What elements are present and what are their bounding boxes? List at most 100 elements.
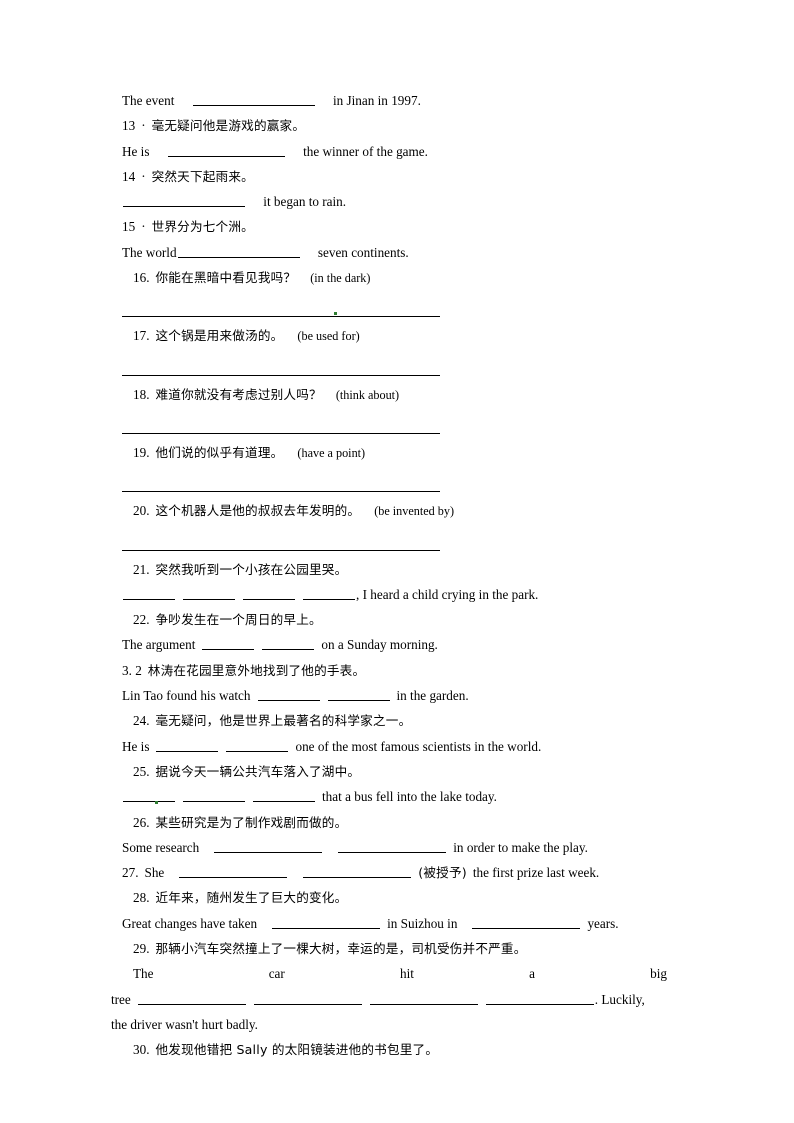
question-26-answer: Some research in order to make the play. [122,835,682,860]
question-29-answer-line-1: The car hit a big [122,961,667,986]
answer-blank[interactable] [123,194,245,208]
question-20-answer-rule[interactable] [122,525,682,557]
question-22-answer: The argument on a Sunday morning. [122,632,682,657]
phrase-hint: (think about) [335,387,400,402]
answer-blank[interactable] [472,916,581,929]
answer-blank[interactable] [183,587,235,600]
answer-blank[interactable] [327,688,390,702]
question-29-answer-line-3: the driver wasn't hurt badly. [111,1012,682,1037]
text-make-the-play: in order to make the play. [453,839,588,855]
text-the-event: The event [122,93,175,108]
chinese-hint: (被授予) [418,865,467,881]
question-17-answer-rule[interactable] [122,350,682,382]
text-she: She [144,865,165,881]
answer-blank[interactable] [226,739,289,752]
answer-blank[interactable] [202,637,255,651]
question-23-answer: Lin Tao found his watch in the garden. [122,683,682,708]
answer-blank[interactable] [192,93,315,106]
text-sunday-morning: on a Sunday morning. [321,637,438,653]
question-30-prompt: 30. 他发现他错把 Sally 的太阳镜装进他的书包里了。 [122,1037,682,1062]
answer-blank[interactable] [253,789,315,803]
question-18-answer-rule[interactable] [122,408,682,440]
text-in-jinan: in Jinan in 1997. [332,93,421,108]
chinese-sentence: 毫无疑问他是游戏的赢家。 [151,118,306,134]
question-27-answer: 27. She (被授予) the first prize last week. [122,860,682,885]
text-winner-tail: the winner of the game. [303,143,428,159]
text-luckily: . Luckily, [594,991,645,1007]
question-number: 30. [133,1042,150,1058]
answer-blank[interactable] [123,587,175,600]
question-21-prompt: 21. 突然我听到一个小孩在公园里哭。 [122,557,682,582]
text-some-research: Some research [122,839,200,855]
question-29-prompt: 29. 那辆小汽车突然撞上了一棵大树，幸运的是，司机受伤并不严重。 [122,936,682,961]
text-hit: hit [399,966,414,982]
chinese-sentence: 近年来，随州发生了巨大的变化。 [155,890,348,906]
chinese-sentence: 那辆小汽车突然撞上了一棵大树，幸运的是，司机受伤并不严重。 [155,941,527,957]
question-number: 20. [133,503,150,519]
number-separator: · [141,219,146,235]
answer-blank[interactable] [262,637,315,651]
worksheet-page: The event in Jinan in 1997. 13 · 毫无疑问他是游戏的… [0,0,794,1123]
question-18-prompt: 18. 难道你就没有考虑过别人吗？ (think about) [122,382,682,408]
question-24-answer: He is one of the most famous scientists i… [122,734,682,759]
text-heard-child: , I heard a child crying in the park. [356,586,539,602]
question-19-answer-rule[interactable] [122,466,682,498]
answer-blank[interactable] [183,789,245,803]
scan-artifact [155,800,158,804]
text-seven-continents: seven continents. [317,244,409,260]
answer-blank[interactable] [123,789,175,803]
line-event-continuation: The event in Jinan in 1997. [122,88,682,113]
question-number: 24. [133,713,150,729]
answer-blank[interactable] [338,840,447,853]
chinese-sentence: 突然我听到一个小孩在公园里哭。 [155,561,348,577]
phrase-hint: (be used for) [297,329,360,344]
chinese-sentence: 这个机器人是他的叔叔去年发明的。 [155,503,361,519]
text-in-the-garden: in the garden. [396,688,469,704]
question-number: 21. [133,561,150,577]
question-13-prompt: 13 · 毫无疑问他是游戏的赢家。 [122,113,682,138]
answer-blank[interactable] [243,587,295,600]
answer-blank[interactable] [137,991,246,1005]
question-number: 16. [133,270,150,286]
answer-blank[interactable] [156,739,219,752]
question-16-answer-rule[interactable] [122,291,682,323]
chinese-sentence: 某些研究是为了制作戏剧而做的。 [155,814,348,830]
answer-blank[interactable] [253,991,362,1005]
chinese-sentence: 难道你就没有考虑过别人吗？ [155,386,322,402]
answer-blank[interactable] [214,840,323,853]
answer-blank[interactable] [303,865,412,879]
question-23-prompt: 3. 2 林涛在花园里意外地找到了他的手表。 [122,658,682,683]
answer-blank[interactable] [177,245,300,258]
question-14-prompt: 14 · 突然天下起雨来。 [122,164,682,189]
question-number: 19. [133,444,150,460]
chinese-sentence: 他们说的似乎有道理。 [155,444,284,460]
text-the: The [133,966,154,982]
answer-blank[interactable] [167,143,285,157]
question-number: 18. [133,386,150,402]
question-13-answer: He is the winner of the game. [122,139,682,164]
text-he-is: He is [122,143,150,159]
question-number: 15 [122,219,136,235]
answer-blank[interactable] [485,991,594,1005]
text-bus-fell-lake: that a bus fell into the lake today. [322,789,497,805]
answer-blank[interactable] [303,587,355,600]
text-he-is: He is [122,738,150,754]
question-number: 27. [122,865,139,881]
text-in-suizhou: in Suizhou in [387,915,458,931]
chinese-sentence: 你能在黑暗中看见我吗？ [155,270,297,286]
answer-blank[interactable] [272,916,381,929]
answer-blank[interactable] [369,991,478,1005]
question-number: 29. [133,941,150,957]
question-16-prompt: 16. 你能在黑暗中看见我吗？ (in the dark) [122,265,682,291]
phrase-hint: (be invented by) [374,504,455,519]
text-famous-scientists: one of the most famous scientists in the… [295,738,542,754]
text-began-to-rain: it began to rain. [263,194,347,210]
question-number: 26. [133,814,150,830]
text-great-changes: Great changes have taken [122,915,258,931]
answer-blank[interactable] [257,688,320,702]
text-car: car [268,966,285,982]
answer-blank[interactable] [179,865,288,879]
text-driver-not-hurt: the driver wasn't hurt badly. [111,1016,258,1032]
text-tree: tree [111,991,131,1007]
chinese-sentence: 林涛在花园里意外地找到了他的手表。 [147,662,366,678]
